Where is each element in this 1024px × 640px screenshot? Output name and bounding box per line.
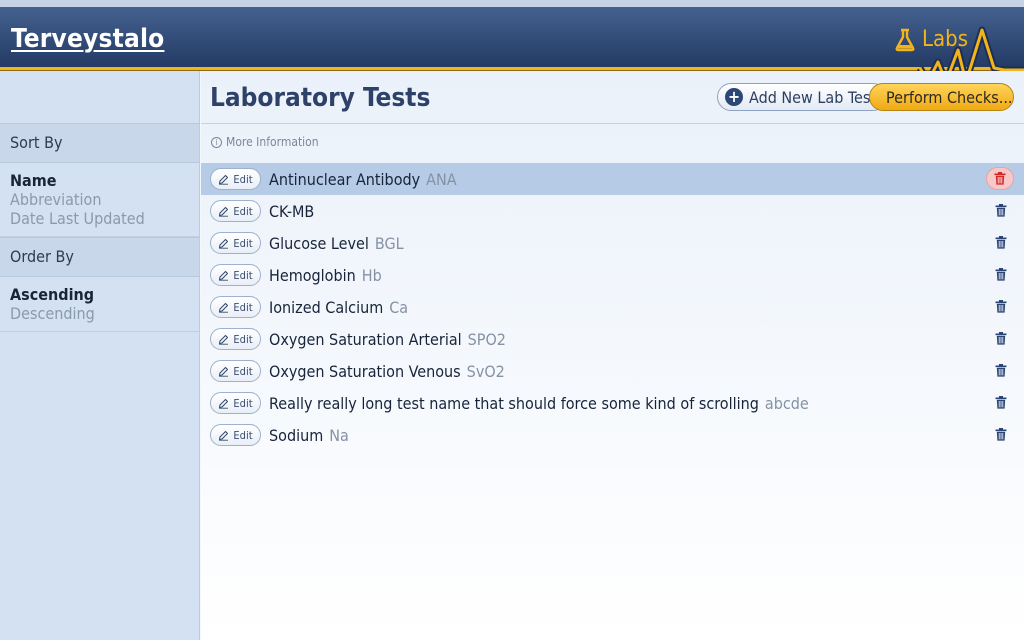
- test-name: Hemoglobin: [269, 265, 356, 285]
- order-by-header: Order By: [0, 237, 199, 277]
- add-lab-test-button[interactable]: + Add New Lab Test: [717, 83, 887, 111]
- edit-label: Edit: [233, 204, 253, 218]
- delete-button[interactable]: [994, 332, 1008, 346]
- edit-label: Edit: [233, 332, 253, 346]
- pencil-icon: [219, 334, 229, 345]
- trash-icon: [995, 204, 1007, 217]
- info-icon: i: [211, 136, 222, 148]
- edit-label: Edit: [233, 396, 253, 410]
- sort-option-date-last-updated[interactable]: Date Last Updated: [10, 209, 189, 228]
- table-row[interactable]: Edit Oxygen Saturation Venous SvO2: [201, 355, 1024, 387]
- pencil-icon: [219, 270, 229, 281]
- delete-button[interactable]: [994, 268, 1008, 282]
- order-option-descending[interactable]: Descending: [10, 304, 189, 323]
- edit-label: Edit: [233, 268, 253, 282]
- perform-checks-button[interactable]: Perform Checks...: [869, 83, 1014, 111]
- page-title: Laboratory Tests: [210, 83, 431, 113]
- edit-label: Edit: [233, 300, 253, 314]
- test-abbreviation: Hb: [361, 265, 382, 285]
- sort-option-abbreviation[interactable]: Abbreviation: [10, 190, 189, 209]
- add-lab-test-label: Add New Lab Test: [749, 87, 876, 107]
- lab-test-list: Edit Antinuclear Antibody ANA Edit CK-MB Edit…: [201, 163, 1024, 451]
- order-options: Ascending Descending: [0, 277, 199, 332]
- trash-icon: [995, 396, 1007, 409]
- edit-button[interactable]: Edit: [210, 424, 261, 446]
- test-name: Sodium: [269, 425, 324, 445]
- main-panel: Laboratory Tests + Add New Lab Test Perf…: [201, 71, 1024, 640]
- test-name: Really really long test name that should…: [269, 393, 759, 413]
- trash-icon: [995, 268, 1007, 281]
- edit-button[interactable]: Edit: [210, 264, 261, 286]
- more-information-label: More Information: [226, 135, 319, 149]
- delete-button[interactable]: [994, 364, 1008, 378]
- pencil-icon: [219, 302, 229, 313]
- edit-label: Edit: [233, 428, 253, 442]
- sort-options: Name Abbreviation Date Last Updated: [0, 163, 199, 237]
- table-row[interactable]: Edit Oxygen Saturation Arterial SPO2: [201, 323, 1024, 355]
- test-name: CK-MB: [269, 201, 315, 221]
- pencil-icon: [219, 430, 229, 441]
- delete-button[interactable]: [994, 428, 1008, 442]
- perform-checks-label: Perform Checks...: [886, 87, 1013, 107]
- brand-logo[interactable]: Terveystalo: [11, 24, 164, 54]
- edit-button[interactable]: Edit: [210, 232, 261, 254]
- trash-icon: [995, 332, 1007, 345]
- pencil-icon: [219, 398, 229, 409]
- trash-icon: [995, 300, 1007, 313]
- test-name: Oxygen Saturation Arterial: [269, 329, 462, 349]
- trash-icon: [995, 236, 1007, 249]
- table-row[interactable]: Edit Hemoglobin Hb: [201, 259, 1024, 291]
- table-row[interactable]: Edit CK-MB: [201, 195, 1024, 227]
- plus-circle-icon: +: [725, 88, 743, 106]
- trash-icon: [995, 428, 1007, 441]
- pencil-icon: [219, 366, 229, 377]
- test-abbreviation: abcde: [764, 393, 809, 413]
- test-name: Glucose Level: [269, 233, 369, 253]
- delete-button[interactable]: [994, 396, 1008, 410]
- edit-button[interactable]: Edit: [210, 200, 261, 222]
- test-abbreviation: SvO2: [466, 361, 505, 381]
- trash-icon: [994, 172, 1006, 185]
- table-row[interactable]: Edit Ionized Calcium Ca: [201, 291, 1024, 323]
- test-name: Antinuclear Antibody: [269, 169, 421, 189]
- order-option-ascending[interactable]: Ascending: [10, 285, 189, 304]
- test-name: Oxygen Saturation Venous: [269, 361, 461, 381]
- sidebar: Sort By Name Abbreviation Date Last Upda…: [0, 71, 200, 640]
- edit-button[interactable]: Edit: [210, 296, 261, 318]
- pencil-icon: [219, 238, 229, 249]
- pencil-icon: [219, 206, 229, 217]
- window-top-strip: [0, 0, 1024, 7]
- table-row[interactable]: Edit Sodium Na: [201, 419, 1024, 451]
- edit-button[interactable]: Edit: [210, 168, 261, 190]
- test-abbreviation: Ca: [389, 297, 409, 317]
- app-header: Terveystalo Labs: [0, 7, 1024, 68]
- test-abbreviation: BGL: [374, 233, 404, 253]
- edit-button[interactable]: Edit: [210, 360, 261, 382]
- table-row[interactable]: Edit Really really long test name that sh…: [201, 387, 1024, 419]
- delete-button[interactable]: [994, 236, 1008, 250]
- test-name: Ionized Calcium: [269, 297, 384, 317]
- edit-button[interactable]: Edit: [210, 392, 261, 414]
- edit-label: Edit: [233, 172, 253, 186]
- test-abbreviation: ANA: [426, 169, 457, 189]
- edit-label: Edit: [233, 236, 253, 250]
- table-row[interactable]: Edit Antinuclear Antibody ANA: [201, 163, 1024, 195]
- more-information-link[interactable]: i More Information: [211, 135, 319, 149]
- trash-icon: [995, 364, 1007, 377]
- delete-button[interactable]: [986, 167, 1014, 190]
- delete-button[interactable]: [994, 204, 1008, 218]
- edit-label: Edit: [233, 364, 253, 378]
- sort-option-name[interactable]: Name: [10, 171, 189, 190]
- table-row[interactable]: Edit Glucose Level BGL: [201, 227, 1024, 259]
- test-abbreviation: Na: [329, 425, 349, 445]
- test-abbreviation: SPO2: [467, 329, 506, 349]
- pencil-icon: [219, 174, 229, 185]
- delete-button[interactable]: [994, 300, 1008, 314]
- sort-by-header: Sort By: [0, 123, 199, 163]
- edit-button[interactable]: Edit: [210, 328, 261, 350]
- title-divider: [201, 123, 1024, 124]
